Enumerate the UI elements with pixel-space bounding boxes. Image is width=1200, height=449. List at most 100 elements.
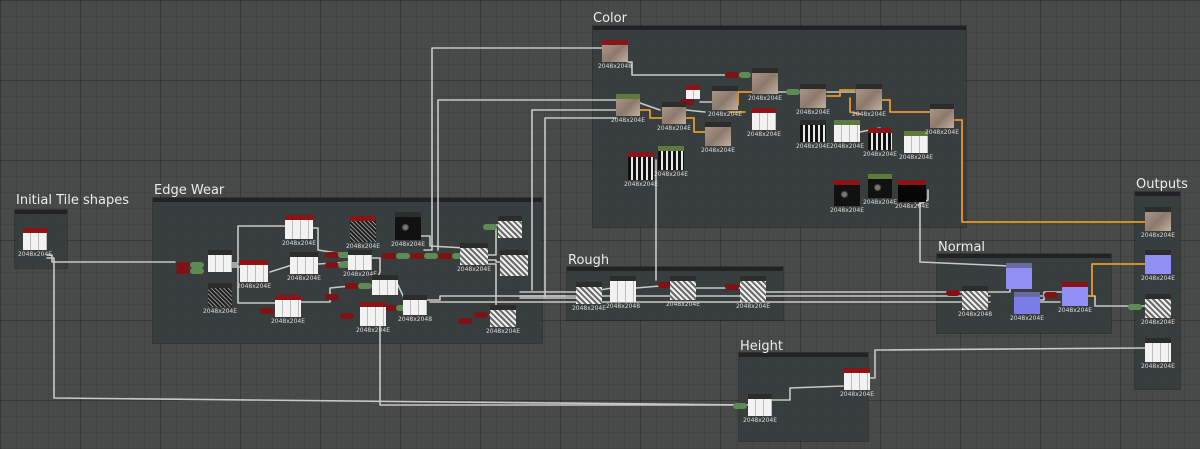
graph-node-icon[interactable]: 2048x204E bbox=[743, 394, 777, 424]
graph-node-icon[interactable]: 2048x204E bbox=[830, 120, 864, 150]
graph-node-icon[interactable]: 2048x204E bbox=[287, 252, 321, 282]
connector-icon[interactable] bbox=[345, 283, 359, 289]
connector-icon[interactable] bbox=[725, 72, 739, 78]
connector-icon[interactable] bbox=[438, 253, 452, 259]
graph-node-icon[interactable]: 2048x204E bbox=[666, 276, 700, 308]
graph-node-icon[interactable]: 2048x204E bbox=[796, 120, 830, 150]
node-thumbnail bbox=[275, 300, 301, 317]
node-thumbnail bbox=[800, 125, 826, 142]
graph-node-icon[interactable]: 2048x204E bbox=[830, 180, 864, 214]
graph-node-icon[interactable]: 2048x204E bbox=[852, 84, 886, 118]
graph-node-icon[interactable]: 2048x204E bbox=[708, 86, 742, 118]
node-thumbnail bbox=[1145, 299, 1171, 318]
graph-node-icon[interactable]: 2048x204E bbox=[1141, 250, 1175, 282]
graph-node-icon[interactable]: 2048x204E bbox=[796, 84, 830, 116]
connector-icon[interactable] bbox=[733, 403, 747, 409]
node-thumbnail bbox=[208, 255, 232, 272]
graph-node-icon[interactable]: 2048x204E bbox=[391, 212, 425, 248]
graph-node-icon[interactable]: 2048x204E bbox=[457, 243, 491, 273]
wire bbox=[46, 257, 751, 406]
graph-node-icon[interactable]: 2048x2048 bbox=[398, 295, 432, 323]
wire bbox=[437, 99, 617, 251]
connector-icon[interactable] bbox=[739, 72, 751, 78]
wire-orange bbox=[826, 89, 856, 97]
graph-node-icon[interactable] bbox=[1006, 263, 1032, 289]
node-thumbnail bbox=[748, 399, 772, 416]
connector-icon[interactable] bbox=[325, 252, 339, 258]
wire-orange bbox=[881, 99, 931, 113]
node-thumbnail bbox=[285, 220, 313, 239]
graph-node-icon[interactable] bbox=[686, 85, 700, 99]
graph-node-icon[interactable]: 2048x204E bbox=[343, 250, 377, 278]
connector-icon[interactable] bbox=[325, 262, 339, 268]
wire bbox=[46, 254, 176, 263]
graph-node-icon[interactable]: 2048x204E bbox=[701, 122, 735, 154]
graph-node-icon[interactable]: 2048x204E bbox=[747, 108, 781, 138]
graph-node-icon[interactable]: 2048x204E bbox=[654, 146, 688, 178]
graph-node-icon[interactable]: 2048x204E bbox=[1141, 294, 1175, 326]
connector-icon[interactable] bbox=[325, 294, 339, 300]
connector-icon[interactable] bbox=[190, 268, 204, 274]
connector-icon[interactable] bbox=[725, 284, 739, 290]
connector-icon[interactable] bbox=[260, 308, 274, 314]
graph-node-icon[interactable]: 2048x204E bbox=[486, 305, 520, 335]
graph-node-icon[interactable]: 2048x204E bbox=[346, 216, 380, 250]
node-thumbnail bbox=[1145, 343, 1171, 362]
connector-icon[interactable] bbox=[358, 283, 372, 289]
graph-node-icon[interactable]: 2048x204E bbox=[203, 283, 237, 315]
graph-node-icon[interactable]: 2048x204E bbox=[895, 180, 929, 210]
graph-node-icon[interactable]: 2048x204E bbox=[1141, 338, 1175, 370]
node-thumbnail bbox=[662, 107, 686, 124]
graph-node-icon[interactable] bbox=[372, 275, 398, 295]
graph-node-icon[interactable]: 2048x204E bbox=[282, 215, 316, 247]
connector-icon[interactable] bbox=[1044, 292, 1058, 298]
graph-node-icon[interactable]: 2048x204E bbox=[271, 295, 305, 325]
graph-node-icon[interactable]: 2048x204E bbox=[572, 282, 606, 312]
graph-node-icon[interactable]: 2048x2048 bbox=[958, 286, 992, 318]
connector-icon[interactable] bbox=[786, 89, 800, 95]
graph-node-icon[interactable]: 2048x204E bbox=[624, 152, 658, 188]
graph-node-icon[interactable]: 2048x204E bbox=[736, 276, 770, 310]
connector-icon[interactable] bbox=[382, 253, 396, 259]
graph-node-icon[interactable]: 2048x204E bbox=[925, 104, 959, 136]
connector-icon[interactable] bbox=[1128, 304, 1142, 310]
graph-node-icon[interactable]: 2048x2048 bbox=[598, 40, 632, 70]
connector-icon[interactable] bbox=[176, 268, 190, 274]
graph-node-icon[interactable] bbox=[500, 250, 528, 276]
graph-node-icon[interactable]: 2048x204E bbox=[840, 368, 874, 398]
graph-node-icon[interactable]: 2048x204E bbox=[748, 68, 782, 102]
connector-icon[interactable] bbox=[410, 253, 424, 259]
wire bbox=[379, 324, 736, 406]
node-thumbnail bbox=[460, 248, 488, 265]
node-thumbnail bbox=[856, 89, 882, 110]
graph-node-icon[interactable]: 2048x204E bbox=[863, 128, 897, 158]
node-thumbnail bbox=[962, 291, 988, 310]
connector-icon[interactable] bbox=[340, 313, 354, 319]
graph-node-icon[interactable]: 2048x204E bbox=[1141, 207, 1175, 239]
node-thumbnail bbox=[290, 257, 318, 274]
graph-node-icon[interactable]: 2048x204E bbox=[1058, 282, 1092, 314]
node-thumbnail bbox=[752, 113, 776, 130]
graph-node-icon[interactable]: 2048x204E bbox=[657, 102, 691, 132]
node-thumbnail bbox=[658, 151, 684, 170]
wire bbox=[771, 385, 844, 401]
graph-node-icon[interactable]: 2048x204E bbox=[356, 302, 390, 334]
connector-icon[interactable] bbox=[396, 253, 410, 259]
connector-icon[interactable] bbox=[458, 318, 472, 324]
connector-icon[interactable] bbox=[483, 224, 497, 230]
graph-node-icon[interactable]: 2048x204E bbox=[1010, 292, 1044, 322]
node-thumbnail bbox=[705, 127, 731, 146]
graph-node-icon[interactable]: 2048x2048 bbox=[606, 276, 640, 310]
connector-icon[interactable] bbox=[946, 290, 960, 296]
graph-node-icon[interactable] bbox=[498, 216, 522, 238]
node-thumbnail bbox=[348, 255, 372, 270]
connector-icon[interactable] bbox=[474, 312, 488, 318]
graph-node-icon[interactable] bbox=[208, 250, 232, 272]
graph-node-icon[interactable]: 2048x204E bbox=[237, 260, 271, 290]
node-thumbnail bbox=[490, 310, 516, 327]
node-thumbnail bbox=[800, 89, 826, 108]
graph-node-icon[interactable]: 2048x204E bbox=[18, 228, 52, 258]
graph-node-icon[interactable]: 2048x204E bbox=[863, 174, 897, 206]
graph-node-icon[interactable]: 2048x204E bbox=[611, 94, 645, 124]
connector-icon[interactable] bbox=[424, 253, 438, 259]
